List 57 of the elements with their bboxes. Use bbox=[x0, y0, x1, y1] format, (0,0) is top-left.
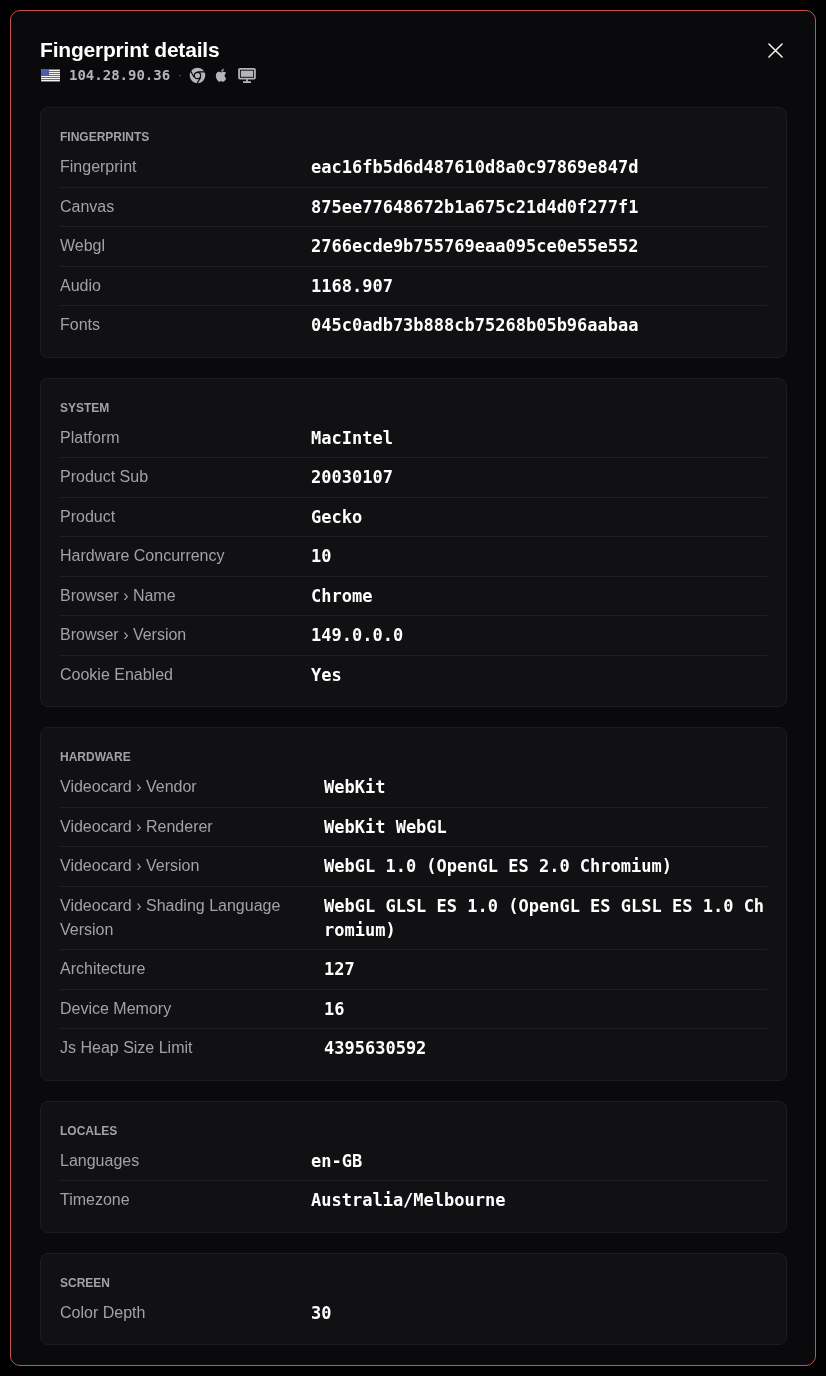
field-value: WebKit WebGL bbox=[324, 815, 448, 839]
desktop-monitor-icon bbox=[238, 67, 257, 83]
field-value: eac16fb5d6d487610d8a0c97869e847d bbox=[311, 156, 640, 180]
field-label: Platform bbox=[60, 427, 121, 448]
chrome-browser-icon bbox=[189, 66, 207, 84]
field-label: Webgl bbox=[60, 236, 107, 257]
dialog-title: Fingerprint details bbox=[40, 37, 220, 63]
field-value: 045c0adb73b888cb75268b05b96aabaa bbox=[311, 314, 640, 338]
field-label: Cookie Enabled bbox=[60, 664, 174, 685]
field-label: Device Memory bbox=[60, 998, 173, 1019]
flag-icon bbox=[41, 68, 60, 82]
field-label: Product bbox=[60, 506, 117, 527]
separator-dot: · bbox=[178, 67, 183, 84]
field-value: 4395630592 bbox=[324, 1037, 428, 1061]
field-value: en-GB bbox=[311, 1149, 364, 1173]
field-label: Videocard › Renderer bbox=[60, 816, 214, 837]
field-label: Hardware Concurrency bbox=[60, 546, 226, 567]
field-value: WebGL 1.0 (OpenGL ES 2.0 Chromium) bbox=[324, 855, 673, 879]
field-label: Fonts bbox=[60, 315, 101, 336]
field-value: 127 bbox=[324, 958, 356, 982]
field-label: Languages bbox=[60, 1150, 141, 1171]
field-label: Audio bbox=[60, 275, 102, 296]
field-label: Color Depth bbox=[60, 1302, 147, 1323]
field-value: 875ee77648672b1a675c21d4d0f277f1 bbox=[311, 195, 640, 219]
apple-icon bbox=[215, 67, 229, 83]
field-value: Gecko bbox=[311, 505, 364, 529]
field-label: Product Sub bbox=[60, 467, 150, 488]
field-label: Videocard › Shading Language Version bbox=[60, 895, 282, 940]
field-label: Timezone bbox=[60, 1190, 131, 1211]
section-heading: SCREEN bbox=[60, 1274, 111, 1291]
field-label: Videocard › Version bbox=[60, 856, 201, 877]
field-value: WebGL GLSL ES 1.0 (OpenGL ES GLSL ES 1.0 Chromium) bbox=[324, 894, 766, 942]
ip-address: 104.28.90.36 bbox=[69, 66, 171, 85]
field-value: 20030107 bbox=[311, 466, 394, 490]
field-value: 2766ecde9b755769eaa095ce0e55e552 bbox=[311, 235, 640, 259]
field-value: 1168.907 bbox=[311, 274, 394, 298]
field-label: Browser › Name bbox=[60, 585, 177, 606]
field-label: Architecture bbox=[60, 959, 147, 980]
field-value: 149.0.0.0 bbox=[311, 624, 405, 648]
field-value: WebKit bbox=[324, 776, 387, 800]
field-value: Chrome bbox=[311, 584, 374, 608]
field-label: Videocard › Vendor bbox=[60, 777, 198, 798]
field-value: 16 bbox=[324, 997, 346, 1021]
section-heading: HARDWARE bbox=[60, 749, 132, 765]
field-value: Yes bbox=[311, 663, 343, 687]
field-label: Canvas bbox=[60, 196, 116, 217]
field-value: MacIntel bbox=[311, 426, 394, 450]
field-value: 30 bbox=[311, 1301, 333, 1325]
field-value: 10 bbox=[311, 545, 333, 569]
field-label: Fingerprint bbox=[60, 157, 138, 178]
section-heading: SYSTEM bbox=[60, 399, 111, 416]
field-value: Australia/Melbourne bbox=[311, 1189, 507, 1213]
section-heading: FINGERPRINTS bbox=[60, 129, 151, 145]
section-heading: LOCALES bbox=[60, 1122, 119, 1139]
field-label: Browser › Version bbox=[60, 625, 188, 646]
close-icon bbox=[768, 43, 783, 58]
field-label: Js Heap Size Limit bbox=[60, 1038, 194, 1059]
